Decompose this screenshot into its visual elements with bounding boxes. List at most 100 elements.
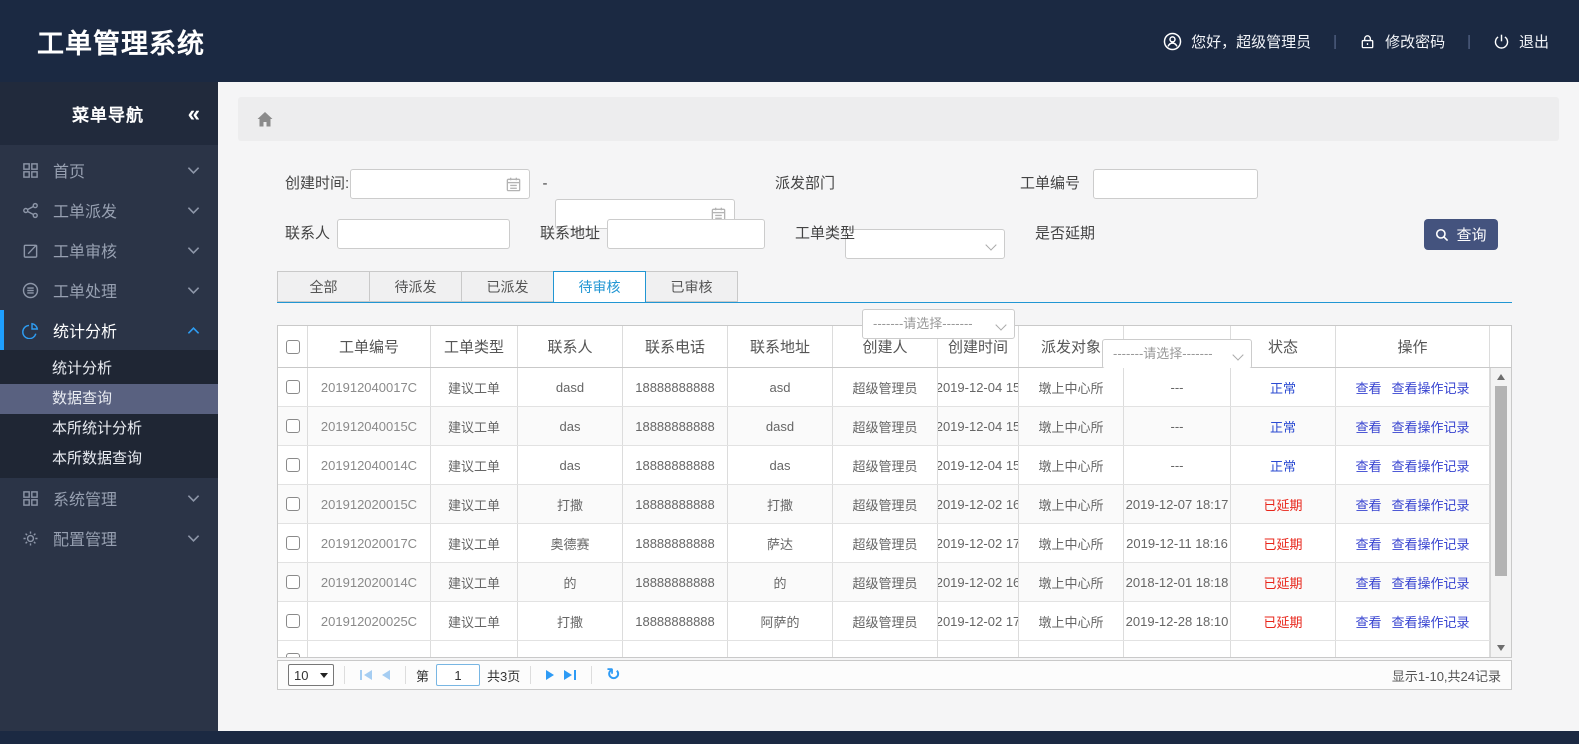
search-button[interactable]: 查询: [1424, 219, 1498, 250]
order-no-input[interactable]: [1094, 170, 1257, 199]
view-log-link[interactable]: 查看操作记录: [1392, 495, 1470, 514]
status-tab[interactable]: 全部: [277, 271, 370, 302]
view-link[interactable]: 查看: [1355, 495, 1381, 514]
sidebar: 菜单导航 « 首页 工单派发 工单审核 工单处理 统计分析 统计分析 数据查询 …: [0, 82, 218, 731]
sidebar-item-home[interactable]: 首页: [0, 150, 218, 190]
page-size-select[interactable]: 10: [288, 664, 334, 686]
sidebar-item-config[interactable]: 配置管理: [0, 518, 218, 558]
select-all-checkbox[interactable]: [285, 339, 300, 354]
sidebar-item-review[interactable]: 工单审核: [0, 230, 218, 270]
sidebar-item-dispatch[interactable]: 工单派发: [0, 190, 218, 230]
refresh-icon[interactable]: ↻: [606, 665, 620, 685]
prev-page-button[interactable]: [382, 670, 390, 680]
cell-dispatch-target: 墩上中心所: [1019, 602, 1124, 640]
grid-icon: [20, 162, 40, 179]
logout-button[interactable]: 退出: [1493, 31, 1549, 52]
cell-address: 打撒: [728, 485, 833, 523]
cell-order-type: 建议工单: [431, 446, 518, 484]
status-tab[interactable]: 已审核: [645, 271, 738, 302]
dispatch-dept-select[interactable]: [845, 229, 1005, 259]
contact-field: [337, 219, 510, 249]
view-link[interactable]: 查看: [1355, 417, 1381, 436]
submenu-item-local-statistics[interactable]: 本所统计分析: [0, 414, 218, 444]
view-log-link[interactable]: 查看操作记录: [1392, 612, 1470, 631]
cell-order-no: 201912020015C: [308, 485, 431, 523]
date-from-input[interactable]: [351, 170, 529, 199]
view-log-link[interactable]: 查看操作记录: [1392, 573, 1470, 592]
scrollbar-thumb[interactable]: [1495, 386, 1507, 576]
first-page-button[interactable]: [360, 670, 372, 680]
row-checkbox[interactable]: [285, 458, 300, 472]
change-password-button[interactable]: 修改密码: [1359, 31, 1445, 52]
sidebar-item-process[interactable]: 工单处理: [0, 270, 218, 310]
row-checkbox[interactable]: [285, 380, 300, 394]
user-icon: [1163, 32, 1182, 51]
chevron-up-icon: [187, 326, 200, 335]
sidebar-item-statistics[interactable]: 统计分析: [0, 310, 218, 350]
submenu-item-data-query[interactable]: 数据查询: [0, 384, 218, 414]
view-link[interactable]: 查看: [1355, 612, 1381, 631]
cell-contact: dasd: [518, 368, 623, 406]
user-greeting[interactable]: 您好，超级管理员: [1163, 31, 1311, 52]
column-header: 工单编号: [308, 326, 431, 367]
delayed-select[interactable]: -------请选择-------: [1102, 339, 1252, 369]
chevron-down-icon: [187, 246, 200, 255]
table-row: 201912020014C 建议工单 的 18888888888 的 超级管理员…: [278, 563, 1511, 602]
submenu-item-local-data-query[interactable]: 本所数据查询: [0, 444, 218, 474]
status-tab[interactable]: 待审核: [553, 271, 646, 302]
page-prefix-label: 第: [416, 668, 430, 684]
sidebar-item-system[interactable]: 系统管理: [0, 478, 218, 518]
row-checkbox[interactable]: [285, 653, 300, 657]
view-link[interactable]: 查看: [1355, 573, 1381, 592]
submenu-item-statistics[interactable]: 统计分析: [0, 354, 218, 384]
sidebar-item-label: 首页: [53, 164, 86, 181]
sidebar-title: 菜单导航: [72, 106, 144, 125]
contact-input[interactable]: [338, 220, 509, 249]
row-checkbox[interactable]: [285, 536, 300, 550]
cell-deadline: ---: [1124, 407, 1231, 445]
cell-phone: 18888888888: [623, 368, 728, 406]
order-type-select[interactable]: -------请选择-------: [862, 309, 1015, 339]
sidebar-item-label: 统计分析: [53, 324, 118, 341]
view-log-link[interactable]: 查看操作记录: [1392, 417, 1470, 436]
cell-actions: 查看 查看操作记录: [1336, 446, 1490, 484]
status-tab[interactable]: 已派发: [461, 271, 554, 302]
last-page-button[interactable]: [564, 670, 577, 680]
cell-phone: 18888888888: [623, 485, 728, 523]
view-log-link[interactable]: 查看操作记录: [1392, 534, 1470, 553]
home-icon[interactable]: [256, 111, 274, 128]
cell-actions: 查看 查看操作记录: [1336, 524, 1490, 562]
view-log-link[interactable]: 查看操作记录: [1392, 456, 1470, 475]
view-log-link[interactable]: 查看操作记录: [1392, 378, 1470, 397]
row-checkbox[interactable]: [285, 575, 300, 589]
cell-actions: 查看 查看操作记录: [1336, 563, 1490, 601]
view-link[interactable]: 查看: [1355, 534, 1381, 553]
logout-label: 退出: [1518, 33, 1549, 51]
collapse-sidebar-icon[interactable]: «: [188, 102, 200, 125]
cell-contact: 打撒: [518, 485, 623, 523]
page-number-input[interactable]: [436, 664, 481, 686]
view-link[interactable]: 查看: [1355, 456, 1381, 475]
chevron-down-icon: [320, 672, 328, 678]
row-checkbox[interactable]: [285, 497, 300, 511]
calendar-icon[interactable]: [505, 176, 522, 193]
cell-created-time: 2019-12-02 16: [938, 563, 1019, 601]
row-checkbox[interactable]: [285, 419, 300, 433]
pie-chart-icon: [20, 322, 40, 339]
scroll-up-icon[interactable]: [1497, 374, 1505, 380]
address-input[interactable]: [608, 220, 764, 249]
table-scrollbar[interactable]: [1490, 368, 1511, 657]
status-tab[interactable]: 待派发: [369, 271, 462, 302]
date-range-dash: -: [542, 175, 548, 192]
table-row: 201912040017C 建议工单 dasd 18888888888 asd …: [278, 368, 1511, 407]
view-link[interactable]: 查看: [1355, 378, 1381, 397]
row-checkbox-cell: [278, 407, 308, 445]
row-checkbox-cell: [278, 563, 308, 601]
cell-contact: 奥德赛: [518, 524, 623, 562]
scroll-down-icon[interactable]: [1497, 645, 1505, 651]
cell-phone: 18888888888: [623, 563, 728, 601]
cell-status: 已延期: [1231, 524, 1336, 562]
row-checkbox[interactable]: [285, 614, 300, 628]
row-checkbox-cell: [278, 485, 308, 523]
next-page-button[interactable]: [546, 670, 555, 680]
